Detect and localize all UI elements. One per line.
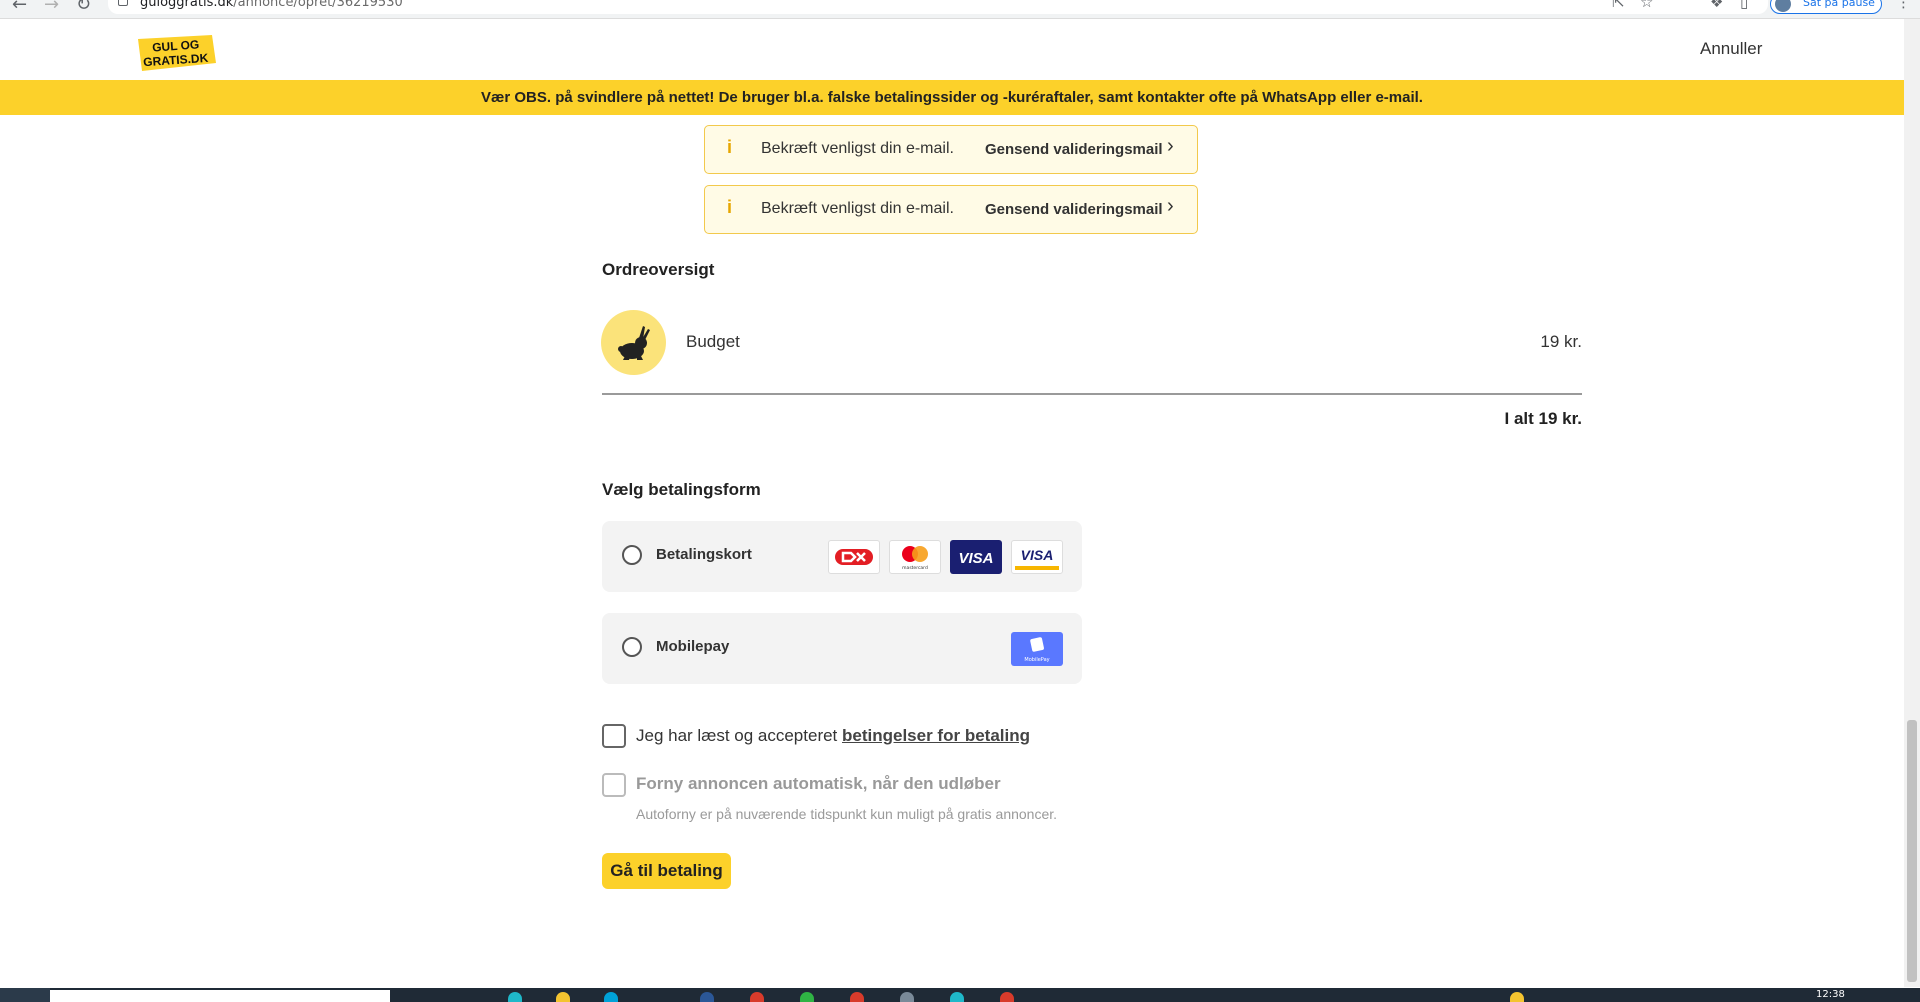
mobilepay-option-label: Mobilepay (656, 638, 730, 655)
taskbar-clock[interactable]: 12:38 (1816, 989, 1845, 1000)
budget-package-badge (601, 310, 666, 375)
extensions-puzzle-icon[interactable]: ❖ (1710, 0, 1723, 11)
visa-electron-text: VISA (1021, 547, 1054, 563)
rabbit-icon (618, 326, 650, 360)
mobilepay-radio[interactable] (622, 637, 642, 657)
url-path: /annonce/opret/36219530 (233, 0, 403, 10)
card-option-label: Betalingskort (656, 546, 752, 563)
browser-toolbar: ← → ↻ guloggratis.dk/annonce/opret/36219… (0, 0, 1920, 19)
order-overview-heading: Ordreoversigt (602, 260, 715, 279)
taskbar-app-icon[interactable] (556, 992, 570, 1002)
terms-prefix: Jeg har læst og accepteret (636, 726, 843, 745)
taskbar-app-icon[interactable] (850, 992, 864, 1002)
resend-validation-link[interactable]: Gensend valideringsmail (985, 201, 1163, 218)
taskbar-app-icon[interactable] (800, 992, 814, 1002)
visa-electron-icon: VISA (1011, 540, 1063, 574)
mastercard-caption: mastercard (902, 565, 928, 571)
share-icon[interactable]: ⇱ (1612, 0, 1625, 11)
order-item-price: 19 kr. (1540, 332, 1582, 351)
reload-icon[interactable]: ↻ (76, 0, 91, 15)
card-radio[interactable] (622, 545, 642, 565)
info-icon: i (727, 197, 733, 217)
cancel-link[interactable]: Annuller (1700, 39, 1762, 59)
mobilepay-caption: MobilePay (1024, 657, 1049, 663)
side-panel-icon[interactable]: ▯ (1740, 0, 1748, 11)
notice-message: Bekræft venligst din e-mail. (761, 140, 954, 157)
terms-label: Jeg har læst og accepteret betingelser f… (636, 726, 1030, 746)
taskbar-app-icon[interactable] (508, 992, 522, 1002)
url-domain: guloggratis.dk (140, 0, 234, 10)
email-verify-notice: i Bekræft venligst din e-mail. Gensend v… (704, 125, 1198, 174)
autorenew-checkbox (602, 773, 626, 797)
payment-option-mobilepay[interactable]: Mobilepay MobilePay (602, 613, 1082, 684)
autorenew-label: Forny annoncen automatisk, når den udløb… (636, 774, 1001, 793)
mastercard-icon: mastercard (889, 540, 941, 574)
scrollbar-thumb[interactable] (1907, 720, 1917, 982)
profile-status-label: Sat på pause (1803, 0, 1875, 9)
order-divider (602, 393, 1582, 395)
forward-arrow-icon[interactable]: → (44, 0, 59, 15)
visa-icon: VISA (950, 540, 1002, 574)
terms-checkbox[interactable] (602, 724, 626, 748)
mobilepay-icon: MobilePay (1011, 632, 1063, 666)
back-arrow-icon[interactable]: ← (12, 0, 27, 15)
taskbar-app-icon[interactable] (604, 992, 618, 1002)
taskbar-search-box[interactable] (50, 990, 390, 1002)
terms-link[interactable]: betingelser for betaling (842, 726, 1030, 745)
more-menu-icon[interactable]: ⋮ (1896, 0, 1911, 11)
profile-button[interactable]: Sat på pause (1770, 0, 1882, 14)
visa-text: VISA (958, 550, 993, 567)
payment-method-heading: Vælg betalingsform (602, 480, 761, 499)
site-header: GUL OG GRATIS.DK Annuller (0, 19, 1904, 79)
chevron-right-icon[interactable]: › (1167, 195, 1174, 218)
payment-option-card[interactable]: Betalingskort mastercard VISA VISA (602, 521, 1082, 592)
taskbar-app-icon[interactable] (1000, 992, 1014, 1002)
email-verify-notice: i Bekræft venligst din e-mail. Gensend v… (704, 185, 1198, 234)
order-total: I alt 19 kr. (1504, 409, 1583, 428)
info-icon: i (727, 137, 733, 157)
dankort-icon (828, 540, 880, 574)
taskbar-tray-icon[interactable] (1510, 992, 1524, 1002)
start-button[interactable] (0, 988, 50, 1002)
taskbar-app-icon[interactable] (950, 992, 964, 1002)
avatar (1775, 0, 1791, 12)
autorenew-hint: Autoforny er på nuværende tidspunkt kun … (636, 806, 1058, 822)
taskbar-app-icon[interactable] (700, 992, 714, 1002)
go-to-payment-button[interactable]: Gå til betaling (602, 853, 731, 889)
resend-validation-link[interactable]: Gensend valideringsmail (985, 141, 1163, 158)
notice-message: Bekræft venligst din e-mail. (761, 200, 954, 217)
bookmark-star-icon[interactable]: ☆ (1640, 0, 1653, 11)
order-item-name: Budget (686, 332, 740, 351)
taskbar-app-icon[interactable] (900, 992, 914, 1002)
taskbar-app-icon[interactable] (750, 992, 764, 1002)
scam-warning-banner: Vær OBS. på svindlere på nettet! De brug… (0, 80, 1904, 115)
guloggratis-logo[interactable]: GUL OG GRATIS.DK (132, 33, 218, 73)
lock-icon (118, 0, 128, 6)
address-bar[interactable]: guloggratis.dk/annonce/opret/36219530 (108, 0, 1768, 14)
chevron-right-icon[interactable]: › (1167, 135, 1174, 158)
